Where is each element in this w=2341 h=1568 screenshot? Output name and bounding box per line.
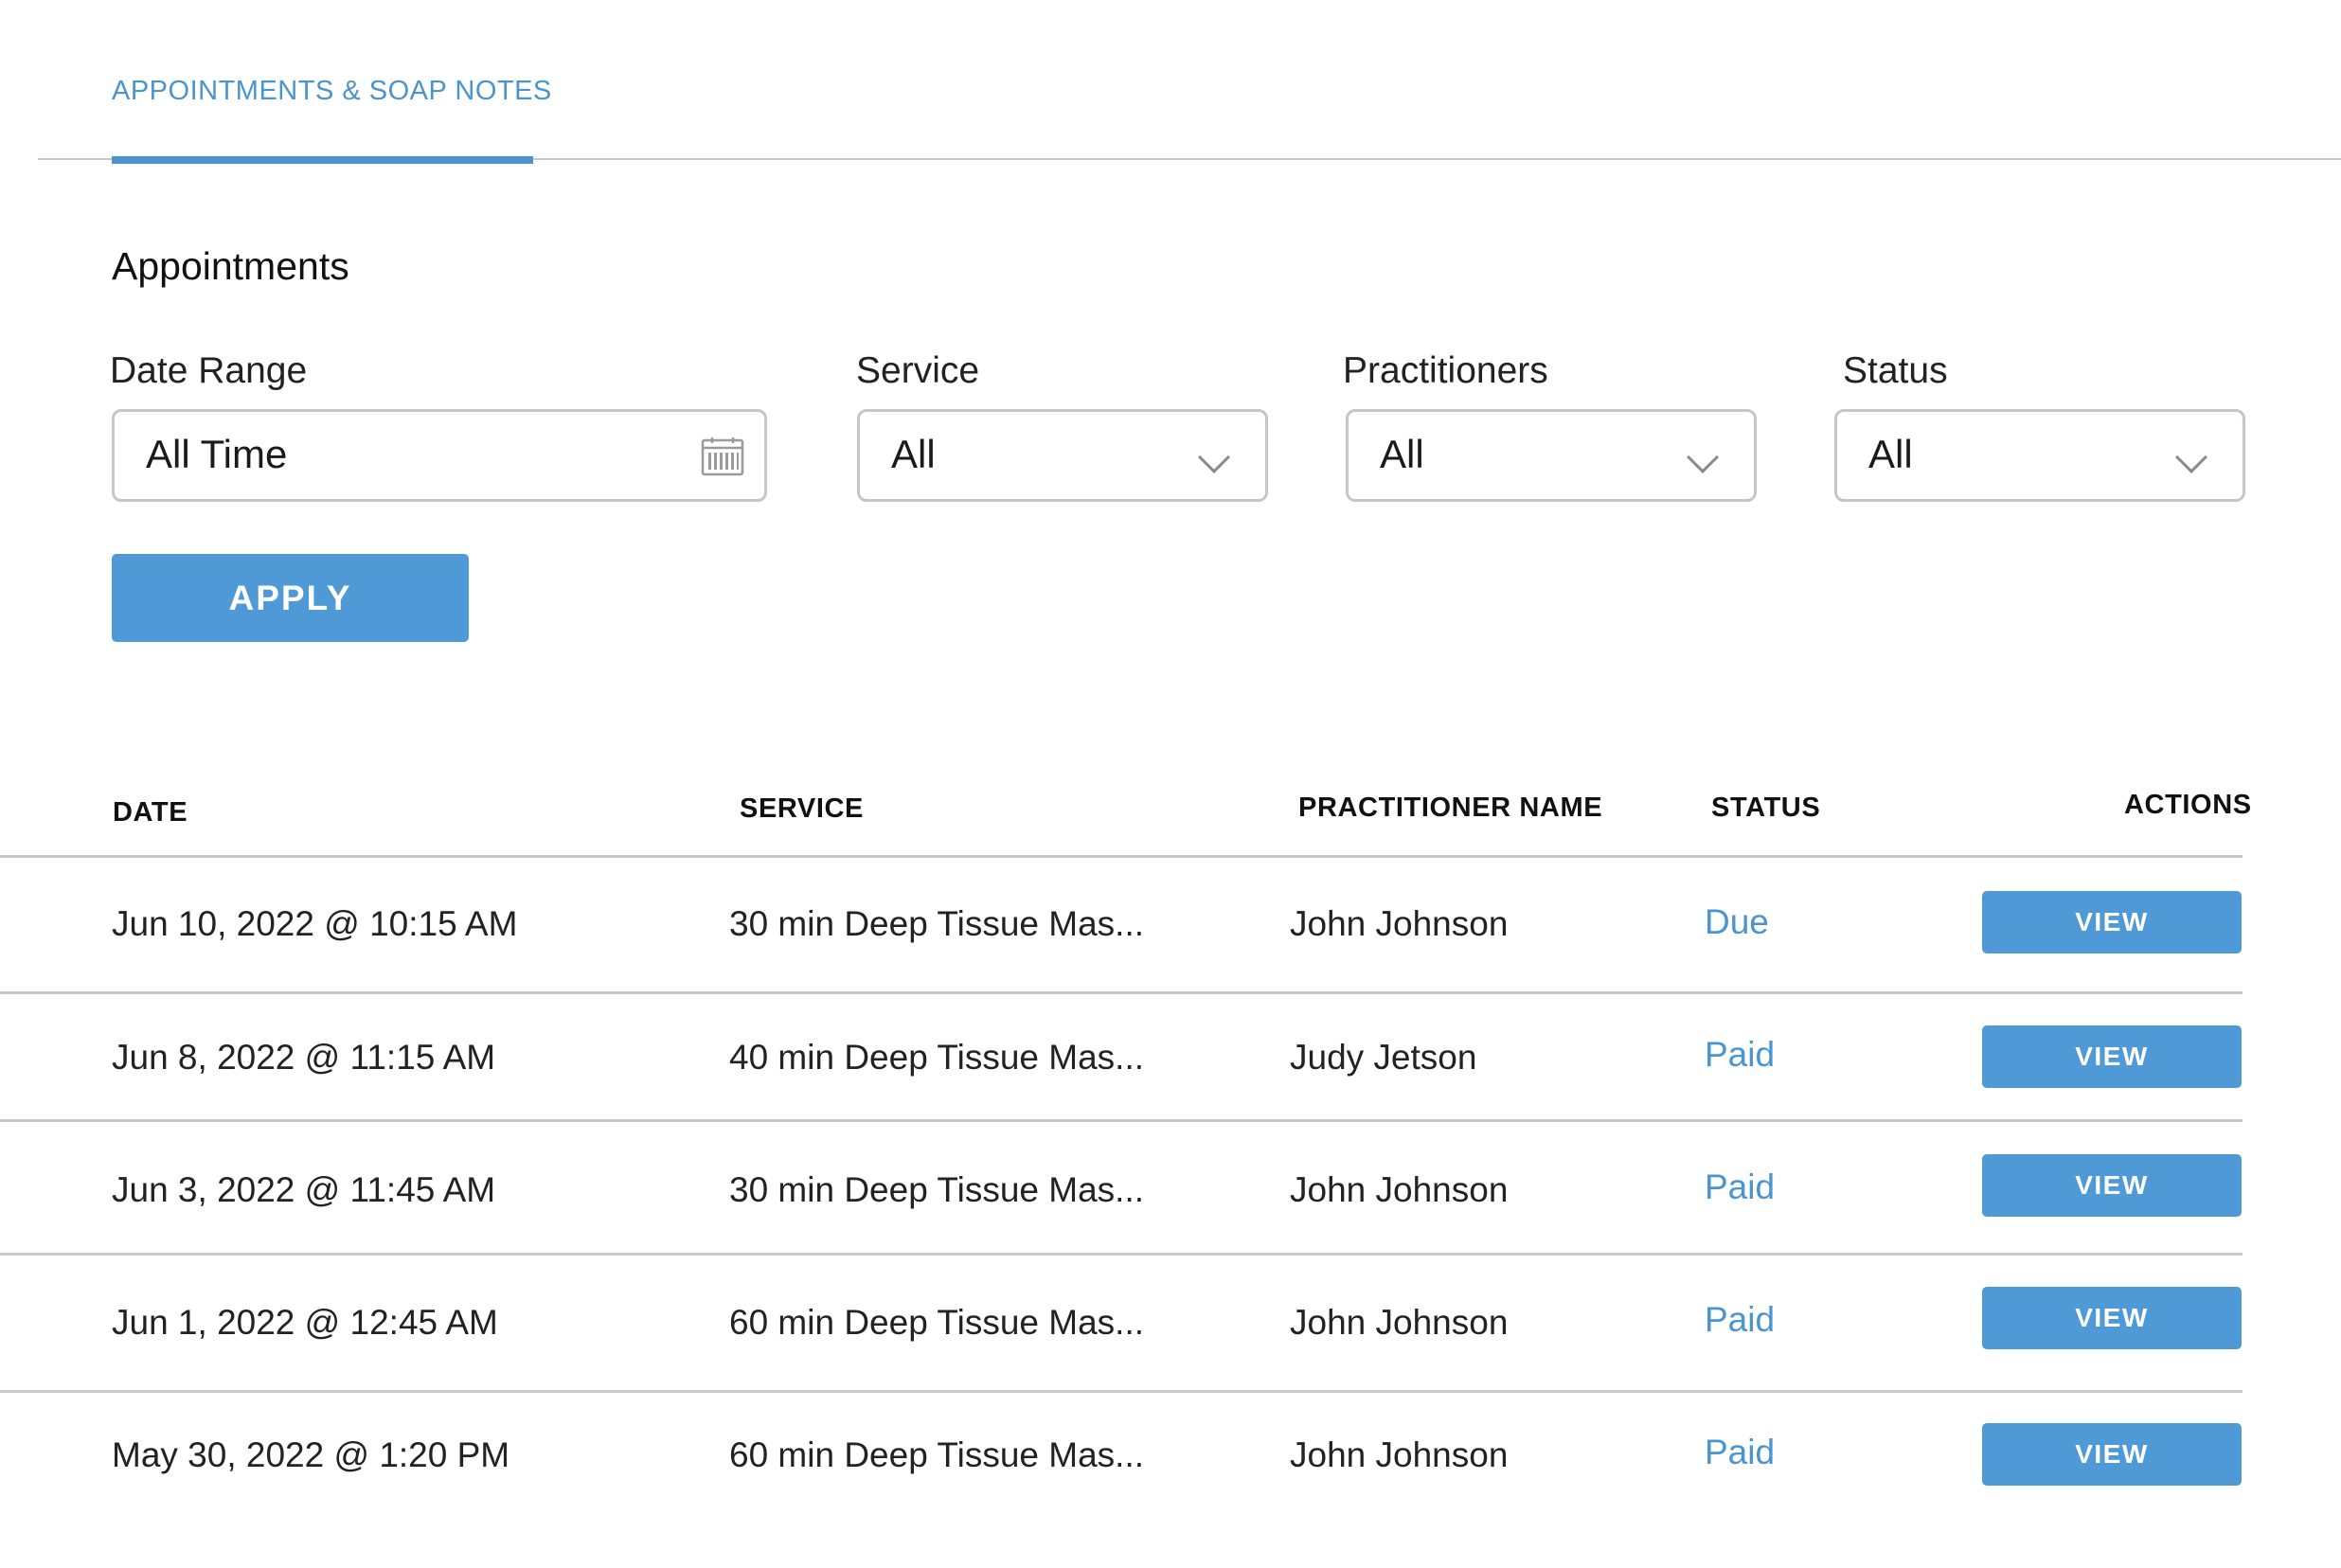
view-button[interactable]: VIEW — [1982, 1025, 2242, 1088]
row-service: 30 min Deep Tissue Mas... — [729, 904, 1144, 944]
table-divider — [0, 855, 2243, 858]
row-status: Paid — [1705, 1300, 1775, 1340]
row-status: Due — [1705, 902, 1769, 942]
column-header-date: DATE — [113, 797, 188, 829]
column-header-practitioner: PRACTITIONER NAME — [1298, 793, 1602, 824]
service-select[interactable]: All — [857, 409, 1268, 502]
row-service: 30 min Deep Tissue Mas... — [729, 1170, 1144, 1210]
row-practitioner: John Johnson — [1290, 904, 1508, 944]
practitioners-select-value: All — [1380, 432, 1424, 477]
chevron-down-icon — [2175, 441, 2207, 473]
column-header-status: STATUS — [1711, 793, 1820, 824]
chevron-down-icon — [1687, 441, 1719, 473]
row-service: 40 min Deep Tissue Mas... — [729, 1038, 1144, 1078]
row-service: 60 min Deep Tissue Mas... — [729, 1435, 1144, 1475]
row-practitioner: John Johnson — [1290, 1435, 1508, 1475]
date-range-field[interactable]: All Time — [112, 409, 767, 502]
row-status: Paid — [1705, 1035, 1775, 1075]
table-divider — [0, 991, 2243, 994]
view-button[interactable]: VIEW — [1982, 1423, 2242, 1486]
column-header-actions: ACTIONS — [2124, 790, 2252, 821]
row-date: Jun 1, 2022 @ 12:45 AM — [112, 1303, 498, 1343]
practitioners-filter-label: Practitioners — [1343, 350, 1548, 392]
page-title: Appointments — [112, 244, 349, 289]
view-button[interactable]: VIEW — [1982, 1154, 2242, 1217]
column-header-service: SERVICE — [740, 793, 864, 825]
service-select-value: All — [891, 432, 936, 477]
table-divider — [0, 1253, 2243, 1256]
tab-appointments-soap-notes[interactable]: APPOINTMENTS & SOAP NOTES — [112, 76, 552, 107]
date-range-label: Date Range — [110, 350, 307, 392]
row-date: Jun 10, 2022 @ 10:15 AM — [112, 904, 517, 944]
table-divider — [0, 1390, 2243, 1393]
row-status: Paid — [1705, 1167, 1775, 1207]
calendar-icon[interactable] — [701, 437, 744, 476]
row-status: Paid — [1705, 1433, 1775, 1472]
view-button[interactable]: VIEW — [1982, 1287, 2242, 1349]
row-practitioner: Judy Jetson — [1290, 1038, 1476, 1078]
practitioners-select[interactable]: All — [1346, 409, 1757, 502]
active-tab-indicator — [112, 156, 533, 164]
table-divider — [0, 1119, 2243, 1122]
apply-button[interactable]: APPLY — [112, 554, 469, 642]
row-practitioner: John Johnson — [1290, 1303, 1508, 1343]
service-filter-label: Service — [856, 350, 979, 392]
date-range-value: All Time — [146, 432, 287, 477]
row-date: Jun 8, 2022 @ 11:15 AM — [112, 1038, 495, 1078]
row-date: May 30, 2022 @ 1:20 PM — [112, 1435, 509, 1475]
status-select-value: All — [1868, 432, 1913, 477]
row-service: 60 min Deep Tissue Mas... — [729, 1303, 1144, 1343]
row-practitioner: John Johnson — [1290, 1170, 1508, 1210]
status-filter-label: Status — [1843, 350, 1948, 392]
chevron-down-icon — [1198, 441, 1230, 473]
status-select[interactable]: All — [1834, 409, 2245, 502]
row-date: Jun 3, 2022 @ 11:45 AM — [112, 1170, 495, 1210]
view-button[interactable]: VIEW — [1982, 891, 2242, 953]
